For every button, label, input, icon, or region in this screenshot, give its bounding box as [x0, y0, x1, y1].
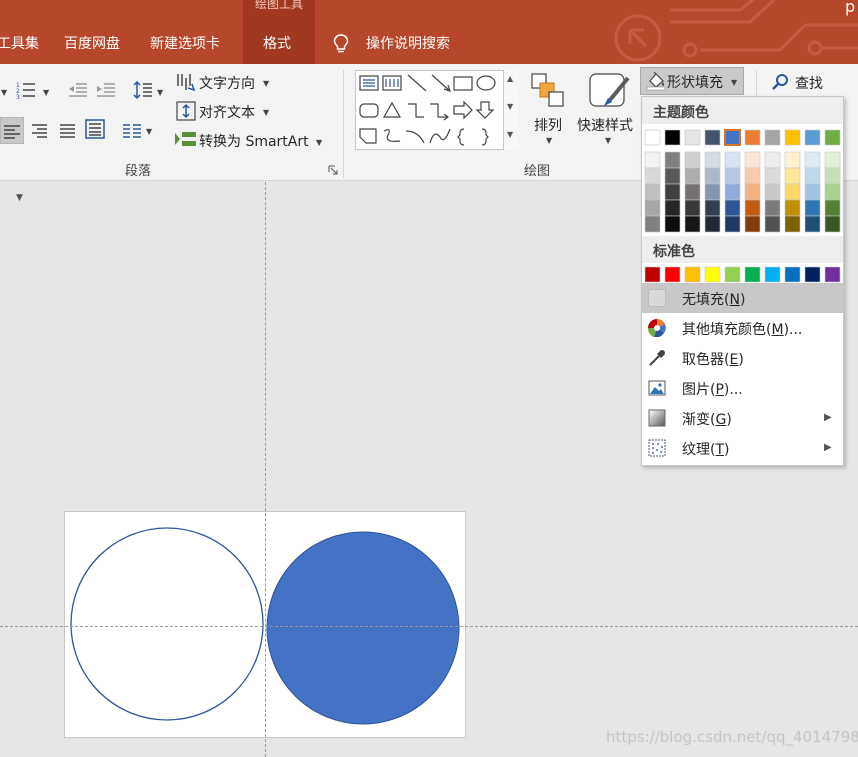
gradient-label: 渐变(G) — [682, 412, 732, 428]
theme-shade-swatch[interactable] — [704, 167, 721, 185]
theme-shade-swatch[interactable] — [724, 167, 741, 185]
theme-shade-swatch[interactable] — [644, 167, 661, 185]
theme-shade-swatch[interactable] — [704, 199, 721, 217]
theme-shade-swatch[interactable] — [784, 215, 801, 233]
texture-label: 纹理(T) — [682, 442, 730, 458]
theme-shade-swatch[interactable] — [644, 183, 661, 201]
picture-icon — [648, 380, 666, 396]
theme-shade-swatch[interactable] — [824, 151, 841, 169]
standard-color-swatch[interactable] — [664, 266, 681, 283]
theme-shade-swatch[interactable] — [784, 199, 801, 217]
menu-item-texture[interactable]: 纹理(T) ▶ — [642, 433, 843, 463]
theme-color-swatch[interactable] — [664, 129, 681, 146]
theme-shade-swatch[interactable] — [724, 199, 741, 217]
standard-color-swatch[interactable] — [784, 266, 801, 283]
theme-shade-swatch[interactable] — [764, 215, 781, 233]
theme-shade-swatch[interactable] — [664, 167, 681, 185]
theme-shade-swatch[interactable] — [824, 199, 841, 217]
theme-color-swatch[interactable] — [804, 129, 821, 146]
texture-icon — [648, 439, 666, 457]
standard-color-swatch[interactable] — [704, 266, 721, 283]
theme-shade-swatch[interactable] — [804, 183, 821, 201]
gradient-icon — [648, 409, 666, 427]
theme-color-swatch[interactable] — [824, 129, 841, 146]
menu-item-no-fill[interactable]: 无填充(N) — [642, 283, 843, 313]
theme-shade-swatch[interactable] — [804, 215, 821, 233]
theme-shade-swatch[interactable] — [704, 183, 721, 201]
theme-shade-swatch[interactable] — [744, 167, 761, 185]
theme-shade-swatch[interactable] — [824, 215, 841, 233]
filled-circle[interactable] — [266, 531, 460, 725]
theme-shade-swatch[interactable] — [784, 151, 801, 169]
standard-color-swatch[interactable] — [644, 266, 661, 283]
theme-shade-swatch[interactable] — [684, 183, 701, 201]
picture-label: 图片(P)... — [682, 382, 743, 398]
standard-color-swatch[interactable] — [764, 266, 781, 283]
theme-color-swatch[interactable] — [684, 129, 701, 146]
standard-color-swatch[interactable] — [824, 266, 841, 283]
theme-color-swatch-selected[interactable] — [724, 129, 741, 146]
eyedropper-label: 取色器(E) — [682, 352, 744, 368]
watermark: https://blog.csdn.net/qq_40147985 — [606, 728, 858, 746]
theme-shade-swatch[interactable] — [704, 151, 721, 169]
theme-shade-swatch[interactable] — [784, 183, 801, 201]
theme-shade-swatch[interactable] — [744, 183, 761, 201]
theme-shade-swatch[interactable] — [764, 151, 781, 169]
theme-shade-swatch[interactable] — [744, 199, 761, 217]
submenu-arrow-icon: ▶ — [824, 412, 832, 423]
color-palette — [644, 129, 841, 283]
no-fill-label: 无填充(N) — [682, 292, 746, 308]
eyedropper-icon — [649, 350, 665, 366]
theme-shade-swatch[interactable] — [764, 199, 781, 217]
theme-shade-swatch[interactable] — [664, 199, 681, 217]
theme-shade-swatch[interactable] — [644, 215, 661, 233]
standard-color-swatch[interactable] — [804, 266, 821, 283]
theme-shade-swatch[interactable] — [664, 215, 681, 233]
no-fill-icon — [648, 289, 666, 307]
theme-shade-swatch[interactable] — [744, 215, 761, 233]
theme-shade-swatch[interactable] — [744, 151, 761, 169]
theme-shade-swatch[interactable] — [704, 215, 721, 233]
theme-shade-swatch[interactable] — [804, 199, 821, 217]
menu-item-picture[interactable]: 图片(P)... — [642, 373, 843, 403]
menu-item-more-colors[interactable]: 其他填充颜色(M)... — [642, 313, 843, 343]
outline-circle[interactable] — [70, 527, 264, 721]
theme-color-swatch[interactable] — [764, 129, 781, 146]
submenu-arrow-icon: ▶ — [824, 442, 832, 453]
theme-shade-swatch[interactable] — [664, 183, 681, 201]
shape-fill-dropdown: 主题颜色 标准色 无填充(N) 其他填充颜色(M)... 取色器(E) 图片(P… — [641, 96, 844, 466]
theme-shade-swatch[interactable] — [804, 151, 821, 169]
theme-shade-swatch[interactable] — [684, 199, 701, 217]
theme-shade-swatch[interactable] — [684, 167, 701, 185]
theme-color-swatch[interactable] — [704, 129, 721, 146]
menu-item-gradient[interactable]: 渐变(G) ▶ — [642, 403, 843, 433]
standard-color-swatch[interactable] — [744, 266, 761, 283]
vertical-guide[interactable] — [265, 182, 266, 757]
theme-shade-swatch[interactable] — [784, 167, 801, 185]
theme-shade-swatch[interactable] — [644, 199, 661, 217]
theme-shade-swatch[interactable] — [684, 151, 701, 169]
theme-shade-swatch[interactable] — [644, 151, 661, 169]
theme-shade-swatch[interactable] — [824, 183, 841, 201]
standard-color-swatch[interactable] — [684, 266, 701, 283]
menu-item-eyedropper[interactable]: 取色器(E) — [642, 343, 843, 373]
more-colors-label: 其他填充颜色(M)... — [682, 322, 803, 338]
theme-color-swatch[interactable] — [784, 129, 801, 146]
theme-shade-swatch[interactable] — [764, 167, 781, 185]
theme-shade-swatch[interactable] — [824, 167, 841, 185]
theme-shade-swatch[interactable] — [724, 151, 741, 169]
theme-shade-swatch[interactable] — [764, 183, 781, 201]
theme-shade-swatch[interactable] — [724, 183, 741, 201]
horizontal-guide[interactable] — [0, 626, 858, 627]
theme-shade-swatch[interactable] — [664, 151, 681, 169]
theme-shade-swatch[interactable] — [684, 215, 701, 233]
theme-color-swatch[interactable] — [744, 129, 761, 146]
theme-color-swatch[interactable] — [644, 129, 661, 146]
theme-shade-swatch[interactable] — [724, 215, 741, 233]
color-wheel-icon — [648, 319, 666, 337]
theme-shade-swatch[interactable] — [804, 167, 821, 185]
standard-color-swatch[interactable] — [724, 266, 741, 283]
